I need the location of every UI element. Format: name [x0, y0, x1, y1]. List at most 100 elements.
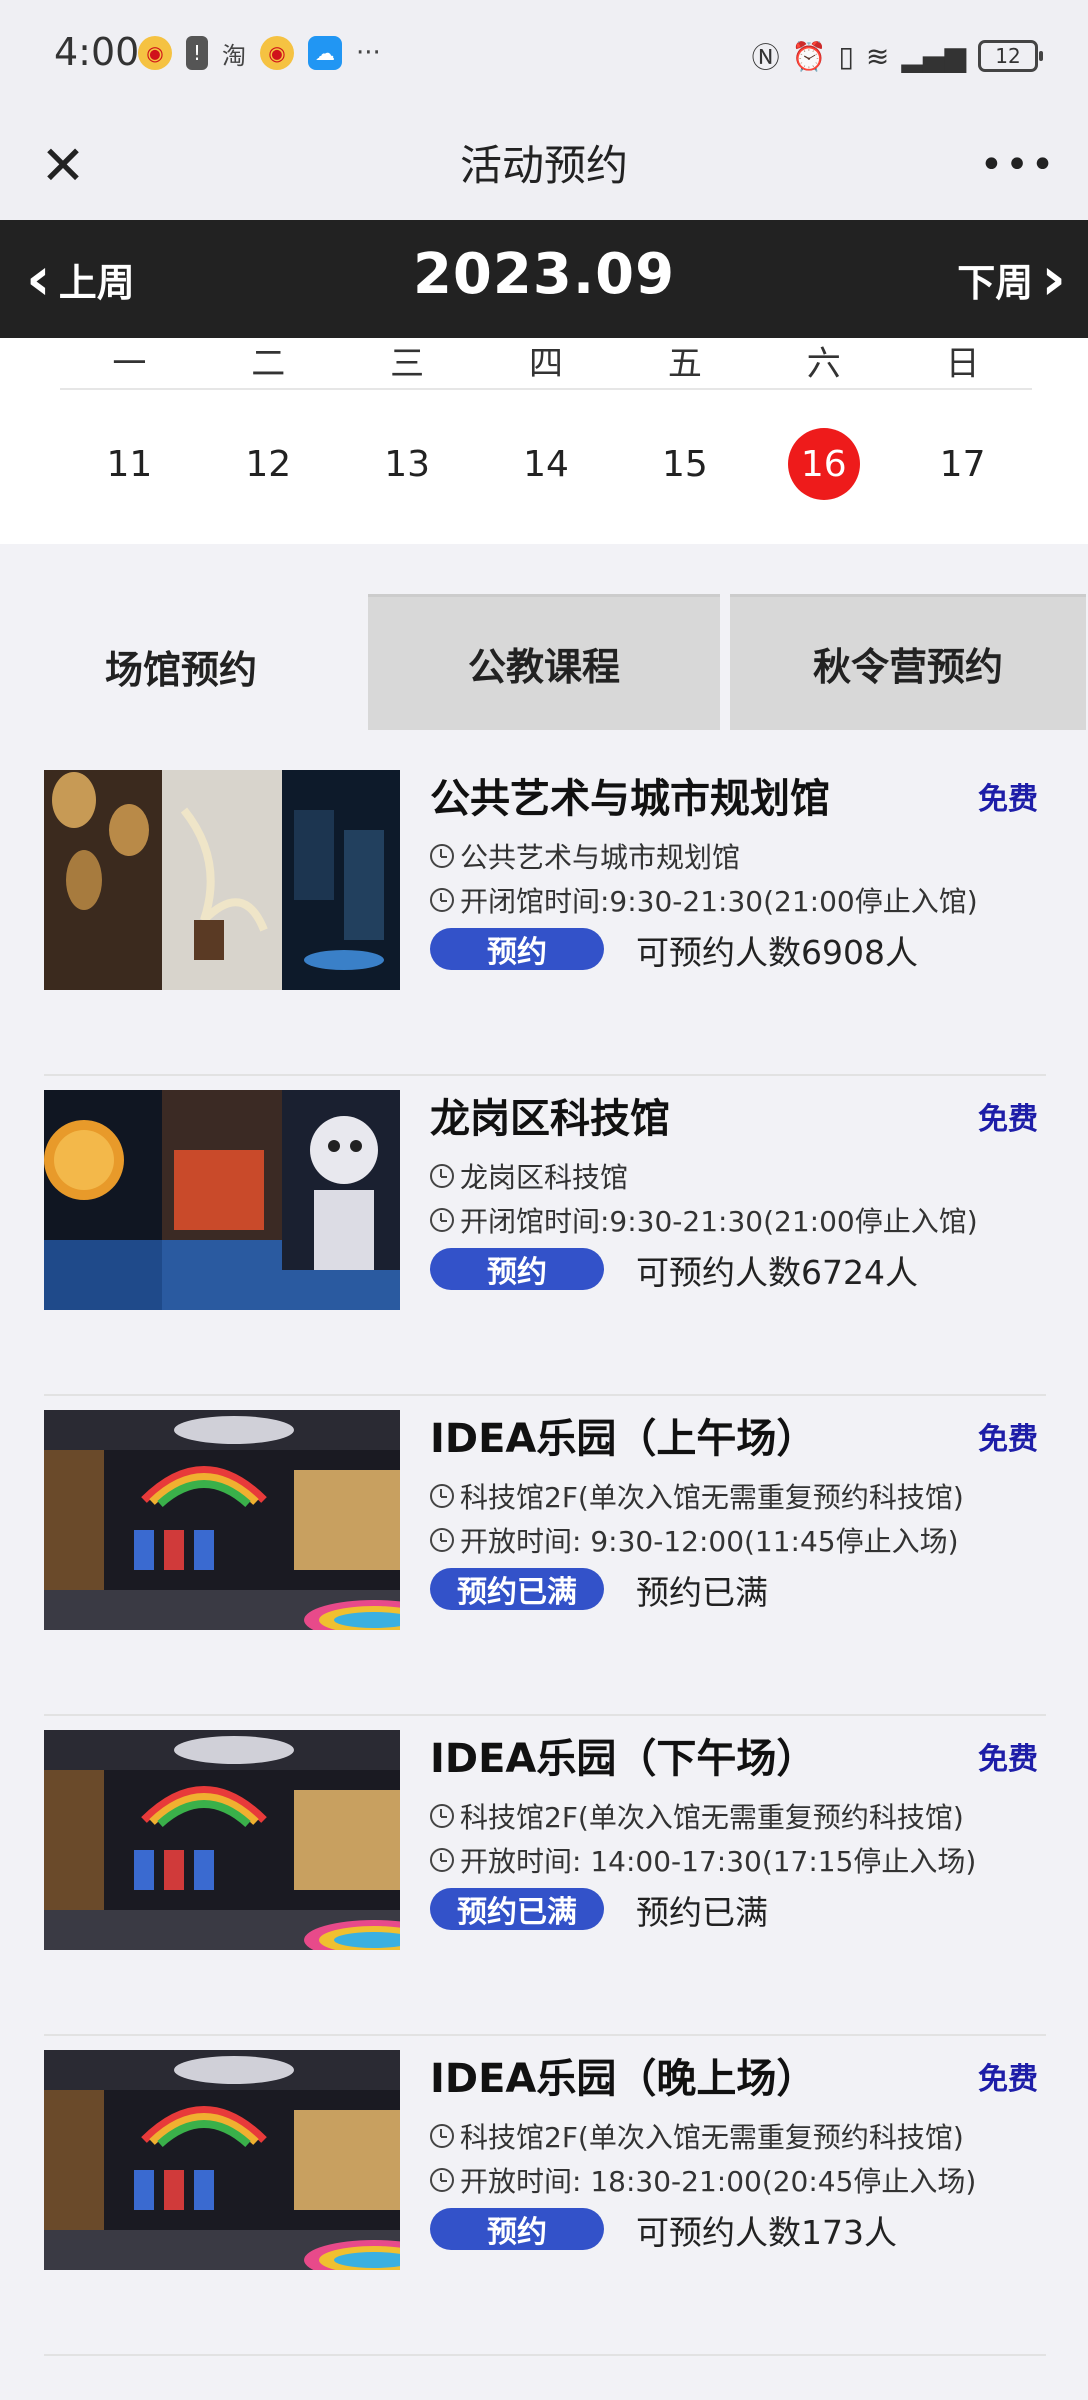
signal-icon: ▂▄▆ [901, 39, 966, 73]
clock-icon [430, 1528, 454, 1552]
category-tabs: 场馆预约 公教课程 秋令营预约 [0, 594, 1088, 736]
date-cell[interactable]: 15 [615, 426, 754, 502]
date-number: 13 [384, 443, 431, 485]
clock-icon [430, 1804, 454, 1828]
alarm-icon: ⏰ [791, 39, 827, 73]
page-title: 活动预约 [459, 141, 628, 190]
weekday-label: 五 [667, 344, 702, 384]
clock-icon [430, 2124, 454, 2148]
hours-text: 开放时间: 9:30-12:00(11:45停止入场) [460, 1525, 959, 1558]
weibo-icon: ◉ [138, 36, 172, 70]
location-text: 科技馆2F(单次入馆无需重复预约科技馆) [460, 1481, 964, 1514]
book-button[interactable]: 预约 [430, 1248, 604, 1290]
venue-image [44, 2050, 400, 2270]
weekday-label: 二 [251, 344, 286, 384]
date-cell[interactable]: 13 [338, 426, 477, 502]
date-cell[interactable]: 17 [893, 426, 1032, 502]
tab-venue-booking[interactable]: 场馆预约 [0, 596, 362, 736]
venue-name: IDEA乐园（上午场） [430, 1416, 817, 1462]
list-item[interactable]: IDEA乐园（晚上场） 免费 科技馆2F(单次入馆无需重复预约科技馆) 开放时间… [44, 2036, 1046, 2356]
date-cell[interactable]: 11 [60, 426, 199, 502]
venue-name: 龙岗区科技馆 [430, 1096, 670, 1142]
date-row: 11 12 13 14 15 16 17 [60, 426, 1032, 502]
availability-text: 预约已满 [636, 1573, 768, 1612]
hours-text: 开放时间: 14:00-17:30(17:15停止入场) [460, 1845, 977, 1878]
weekday-label: 日 [945, 344, 980, 384]
weather-icon: ☁ [308, 36, 342, 70]
clock-icon [430, 1484, 454, 1508]
availability-text: 预约已满 [636, 1893, 768, 1932]
date-number: 16 [787, 428, 860, 500]
weekday-label: 一 [112, 344, 147, 384]
list-item[interactable]: 龙岗区科技馆 免费 龙岗区科技馆 开闭馆时间:9:30-21:30(21:00停… [44, 1076, 1046, 1396]
date-number: 15 [661, 443, 708, 485]
clock-icon [430, 1208, 454, 1232]
venue-image [44, 1090, 400, 1310]
fully-booked-button[interactable]: 预约已满 [430, 1568, 604, 1610]
nfc-icon: Ⓝ [751, 41, 780, 74]
location-text: 龙岗区科技馆 [460, 1161, 629, 1194]
more-options-icon[interactable]: ••• [978, 130, 1058, 200]
next-week-label: 下周 [957, 260, 1034, 305]
clock-icon [430, 1164, 454, 1188]
alert-icon: ! [186, 36, 208, 70]
availability-text: 可预约人数6908人 [636, 933, 918, 972]
price-badge: 免费 [978, 2062, 1038, 2097]
availability-text: 可预约人数173人 [636, 2213, 897, 2252]
date-cell[interactable]: 14 [477, 426, 616, 502]
clock-icon [430, 888, 454, 912]
date-number: 12 [245, 443, 292, 485]
date-number: 11 [106, 443, 153, 485]
venue-hours: 开放时间: 9:30-12:00(11:45停止入场) [430, 1520, 959, 1560]
venue-hours: 开放时间: 14:00-17:30(17:15停止入场) [430, 1840, 976, 1880]
tab-public-courses[interactable]: 公教课程 [368, 594, 720, 730]
venue-hours: 开放时间: 18:30-21:00(20:45停止入场) [430, 2160, 976, 2200]
hours-text: 开闭馆时间:9:30-21:30(21:00停止入馆) [460, 1205, 978, 1238]
vibrate-icon: ▯ [838, 39, 854, 73]
tab-autumn-camp[interactable]: 秋令营预约 [730, 594, 1086, 730]
current-month: 2023.09 [412, 242, 676, 307]
venue-location: 科技馆2F(单次入馆无需重复预约科技馆) [430, 1796, 964, 1836]
list-item[interactable]: 公共艺术与城市规划馆 免费 公共艺术与城市规划馆 开闭馆时间:9:30-21:3… [44, 756, 1046, 1076]
week-calendar: 一 二 三 四 五 六 日 11 12 13 14 15 16 17 [0, 338, 1088, 544]
hours-text: 开闭馆时间:9:30-21:30(21:00停止入馆) [460, 885, 978, 918]
venue-location: 公共艺术与城市规划馆 [430, 836, 740, 876]
date-cell-selected[interactable]: 16 [754, 426, 893, 502]
chevron-right-icon: › [1041, 244, 1066, 314]
clock-icon [430, 1848, 454, 1872]
availability-text: 可预约人数6724人 [636, 1253, 918, 1292]
date-number: 14 [523, 443, 569, 485]
list-item[interactable]: IDEA乐园（下午场） 免费 科技馆2F(单次入馆无需重复预约科技馆) 开放时间… [44, 1716, 1046, 2036]
venue-image [44, 1410, 400, 1630]
book-button[interactable]: 预约 [430, 928, 604, 970]
more-notifications-icon: ··· [356, 38, 381, 68]
clock-icon [430, 844, 454, 868]
clock-icon [430, 2168, 454, 2192]
venue-name: IDEA乐园（下午场） [430, 1736, 817, 1782]
date-cell[interactable]: 12 [199, 426, 338, 502]
price-badge: 免费 [978, 1742, 1038, 1777]
location-text: 科技馆2F(单次入馆无需重复预约科技馆) [460, 2121, 964, 2154]
venue-location: 龙岗区科技馆 [430, 1156, 628, 1196]
fully-booked-button[interactable]: 预约已满 [430, 1888, 604, 1930]
price-badge: 免费 [978, 1102, 1038, 1137]
taobao-icon: 淘 [222, 41, 246, 70]
status-bar: 4:00 ◉ ! 淘 ◉ ☁ ··· Ⓝ ⏰ ▯ ≋ ▂▄▆ 12 [0, 0, 1088, 110]
venue-image [44, 1730, 400, 1950]
wifi-icon: ≋ [865, 39, 890, 73]
weekday-label: 三 [390, 344, 425, 384]
list-item[interactable]: IDEA乐园（上午场） 免费 科技馆2F(单次入馆无需重复预约科技馆) 开放时间… [44, 1396, 1046, 1716]
venue-hours: 开闭馆时间:9:30-21:30(21:00停止入馆) [430, 880, 978, 920]
location-text: 公共艺术与城市规划馆 [460, 841, 741, 874]
book-button[interactable]: 预约 [430, 2208, 604, 2250]
venue-name: 公共艺术与城市规划馆 [430, 776, 830, 822]
venue-name: IDEA乐园（晚上场） [430, 2056, 817, 2102]
system-icons: Ⓝ ⏰ ▯ ≋ ▂▄▆ 12 [751, 36, 1043, 76]
location-text: 科技馆2F(单次入馆无需重复预约科技馆) [460, 1801, 964, 1834]
venue-location: 科技馆2F(单次入馆无需重复预约科技馆) [430, 2116, 964, 2156]
weekday-label: 四 [529, 344, 563, 384]
title-bar: ✕ 活动预约 ••• [0, 110, 1088, 220]
battery-icon: 12 [978, 40, 1043, 72]
next-week-button[interactable]: 下周 › [957, 246, 1066, 312]
venue-location: 科技馆2F(单次入馆无需重复预约科技馆) [430, 1476, 964, 1516]
